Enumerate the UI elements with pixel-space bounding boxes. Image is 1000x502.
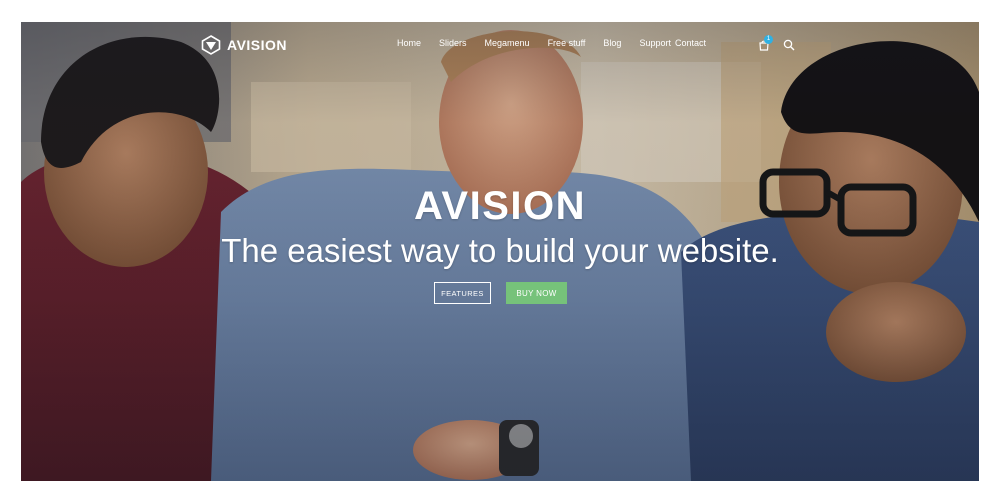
buy-now-button[interactable]: BUY NOW	[506, 282, 567, 304]
nav-item-blog[interactable]: Blog	[603, 38, 621, 48]
main-navigation: Home Sliders Megamenu Free stuff Blog Su…	[397, 38, 724, 48]
search-icon[interactable]	[783, 39, 795, 51]
site-logo[interactable]: AVISION	[201, 35, 287, 55]
hero-slider: AVISION Home Sliders Megamenu Free stuff…	[21, 22, 979, 481]
hero-title: AVISION	[413, 184, 586, 228]
nav-item-sliders[interactable]: Sliders	[439, 38, 467, 48]
shield-logo-icon	[201, 35, 221, 55]
cart-count-badge: 1	[764, 35, 773, 44]
nav-item-home[interactable]: Home	[397, 38, 421, 48]
logo-text: AVISION	[227, 37, 288, 53]
nav-item-megamenu[interactable]: Megamenu	[485, 38, 530, 48]
nav-item-free-stuff[interactable]: Free stuff	[548, 38, 586, 48]
features-button[interactable]: FEATURES	[434, 282, 491, 304]
nav-item-contact[interactable]: Contact	[675, 38, 706, 48]
hero-subtitle: The easiest way to build your website.	[221, 232, 779, 269]
nav-item-support[interactable]: Support	[639, 38, 671, 48]
